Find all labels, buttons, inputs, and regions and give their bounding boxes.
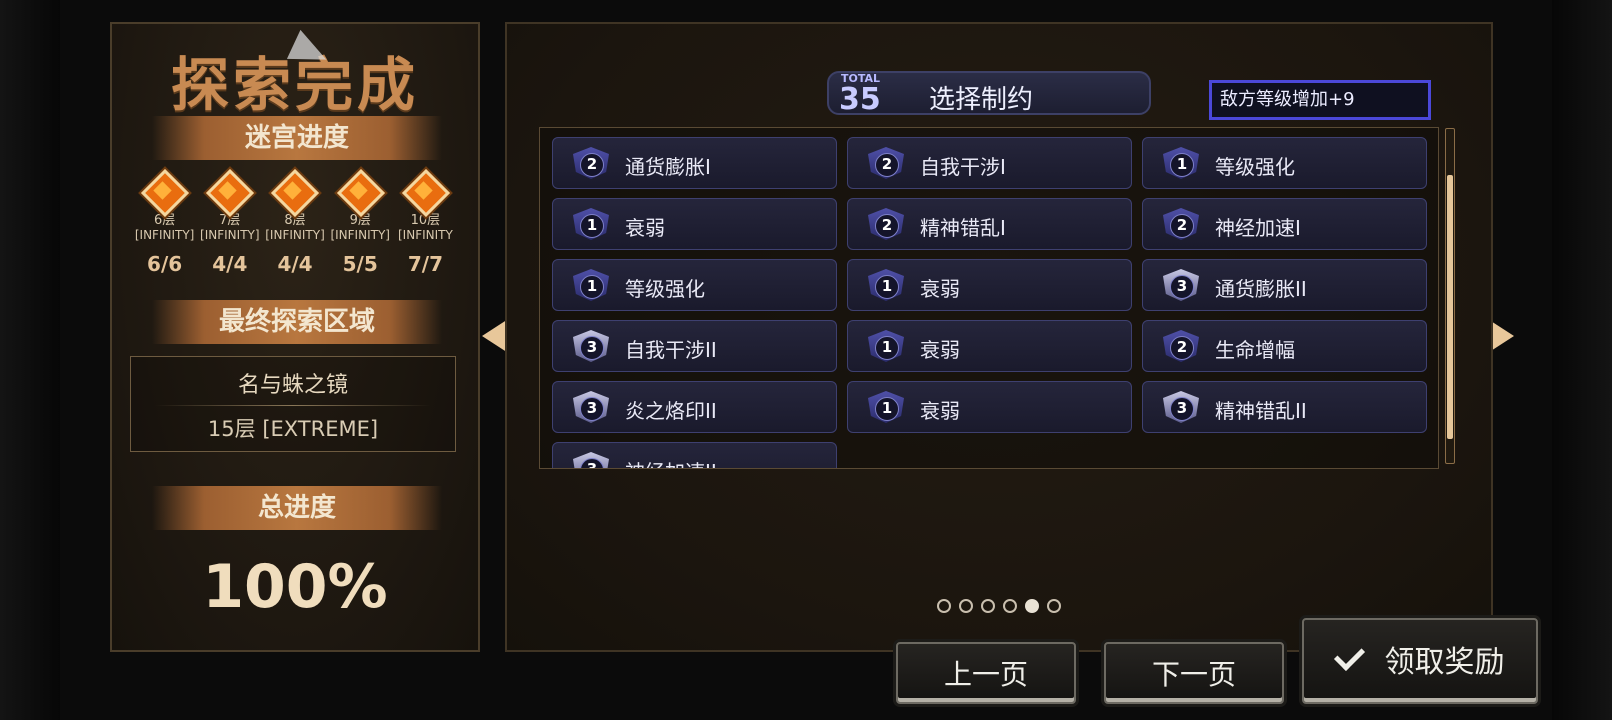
floor-mode: [INFINITY: [398, 228, 453, 242]
check-icon: [1333, 639, 1365, 672]
exploration-summary-panel: 探索完成 迷宫进度 6层 [INFINITY] 6/6 7层 [INFINITY…: [110, 22, 480, 652]
restriction-header: TOTAL 35 选择制约: [827, 71, 1151, 117]
floor-count: 5/5: [342, 252, 378, 276]
restriction-level: 2: [875, 153, 899, 177]
prev-page-button[interactable]: 上一页: [896, 642, 1076, 704]
total-progress-banner: 总进度: [152, 486, 442, 530]
restriction-card[interactable]: 1 衰弱: [552, 198, 837, 250]
restriction-level: 2: [875, 214, 899, 238]
restriction-label: 衰弱: [625, 216, 665, 240]
enemy-level-badge: 敌方等级增加+9: [1209, 80, 1431, 120]
restriction-level: 1: [875, 336, 899, 360]
restriction-card[interactable]: 2 自我干涉I: [847, 137, 1132, 189]
floor-item: 10层 [INFINITY 7/7: [393, 168, 458, 276]
restriction-label: 衰弱: [920, 399, 960, 423]
floor-item: 6层 [INFINITY] 6/6: [132, 168, 197, 276]
restriction-level: 3: [1170, 397, 1194, 421]
restriction-card[interactable]: 3 炎之烙印II: [552, 381, 837, 433]
page-dot: [937, 599, 951, 613]
next-page-button[interactable]: 下一页: [1104, 642, 1284, 704]
restriction-label: 精神错乱I: [920, 216, 1006, 240]
restriction-level: 3: [580, 397, 604, 421]
floor-count: 7/7: [407, 252, 443, 276]
restriction-card[interactable]: 1 衰弱: [847, 320, 1132, 372]
page-dot: [1047, 599, 1061, 613]
floor-count: 4/4: [277, 252, 313, 276]
restriction-scrollbar[interactable]: [1445, 128, 1455, 464]
restriction-label: 等级强化: [1215, 155, 1295, 179]
restriction-label: 神经加速II: [625, 456, 717, 468]
total-progress-value: 100%: [202, 552, 388, 622]
frame-right-decoration: [1552, 0, 1612, 720]
floor-item: 8层 [INFINITY] 4/4: [262, 168, 327, 276]
restrictions-panel: TOTAL 35 选择制约 敌方等级增加+9 2 通货膨胀I 2 自我干涉I 1…: [505, 22, 1493, 652]
area-floor: 15层 [EXTREME]: [207, 417, 379, 441]
total-value: 35: [839, 82, 881, 117]
restriction-card[interactable]: 3 神经加速II: [552, 442, 837, 468]
restriction-card[interactable]: 2 生命增幅: [1142, 320, 1427, 372]
floor-count: 6/6: [147, 252, 183, 276]
floor-mode: [INFINITY]: [330, 228, 390, 242]
page-dot: [959, 599, 973, 613]
restriction-level: 3: [580, 336, 604, 360]
restriction-label: 衰弱: [920, 338, 960, 362]
restriction-card[interactable]: 2 神经加速I: [1142, 198, 1427, 250]
restriction-level: 2: [1170, 336, 1194, 360]
page-dot: [1025, 599, 1039, 613]
restriction-label: 等级强化: [625, 277, 705, 301]
restriction-level: 2: [1170, 214, 1194, 238]
area-name: 名与蛛之镜: [237, 373, 348, 398]
floor-item: 9层 [INFINITY] 5/5: [328, 168, 393, 276]
restriction-label: 精神错乱II: [1215, 399, 1307, 423]
restriction-label: 自我干涉II: [625, 338, 717, 362]
frame-left-decoration: [0, 0, 60, 720]
claim-reward-label: 领取奖励: [1384, 645, 1505, 680]
restriction-level: 1: [875, 275, 899, 299]
restriction-label: 衰弱: [920, 277, 960, 301]
restriction-level: 1: [875, 397, 899, 421]
restriction-level: 1: [1170, 153, 1194, 177]
restriction-label: 自我干涉I: [920, 155, 1006, 179]
restriction-level: 3: [1170, 275, 1194, 299]
floor-progress-row: 6层 [INFINITY] 6/6 7层 [INFINITY] 4/4 8层 […: [132, 168, 458, 276]
claim-reward-button[interactable]: 领取奖励: [1302, 618, 1538, 704]
restriction-card[interactable]: 3 通货膨胀II: [1142, 259, 1427, 311]
page-indicator: [507, 599, 1491, 613]
scrollbar-thumb[interactable]: [1447, 175, 1453, 439]
restriction-level: 2: [580, 153, 604, 177]
restriction-card[interactable]: 1 等级强化: [1142, 137, 1427, 189]
restriction-label: 通货膨胀II: [1215, 277, 1307, 301]
restriction-card[interactable]: 1 衰弱: [847, 259, 1132, 311]
restriction-label: 通货膨胀I: [625, 155, 711, 179]
floor-mode: [INFINITY]: [200, 228, 260, 242]
restriction-list[interactable]: 2 通货膨胀I 2 自我干涉I 1 等级强化 1 衰弱 2 精神错乱I 2 神经…: [539, 127, 1439, 469]
restriction-card[interactable]: 1 衰弱: [847, 381, 1132, 433]
restriction-label: 生命增幅: [1215, 338, 1295, 362]
restriction-card[interactable]: 3 自我干涉II: [552, 320, 837, 372]
restriction-level: 1: [580, 214, 604, 238]
floor-mode: [INFINITY]: [265, 228, 325, 242]
restriction-label: 神经加速I: [1215, 216, 1301, 240]
restriction-title: 选择制约: [929, 85, 1034, 115]
restriction-label: 炎之烙印II: [625, 399, 717, 423]
restriction-card[interactable]: 2 通货膨胀I: [552, 137, 837, 189]
restriction-card[interactable]: 2 精神错乱I: [847, 198, 1132, 250]
page-dot: [1003, 599, 1017, 613]
floor-item: 7层 [INFINITY] 4/4: [197, 168, 262, 276]
restriction-card[interactable]: 1 等级强化: [552, 259, 837, 311]
page-dot: [981, 599, 995, 613]
final-area-box: 名与蛛之镜 15层 [EXTREME]: [130, 356, 456, 452]
restriction-card[interactable]: 3 精神错乱II: [1142, 381, 1427, 433]
floor-mode: [INFINITY]: [134, 228, 195, 242]
maze-progress-banner: 迷宫进度: [152, 116, 442, 160]
area-divider: [155, 405, 431, 406]
floor-count: 4/4: [212, 252, 248, 276]
final-area-banner: 最终探索区域: [152, 300, 442, 344]
restriction-level: 1: [580, 275, 604, 299]
